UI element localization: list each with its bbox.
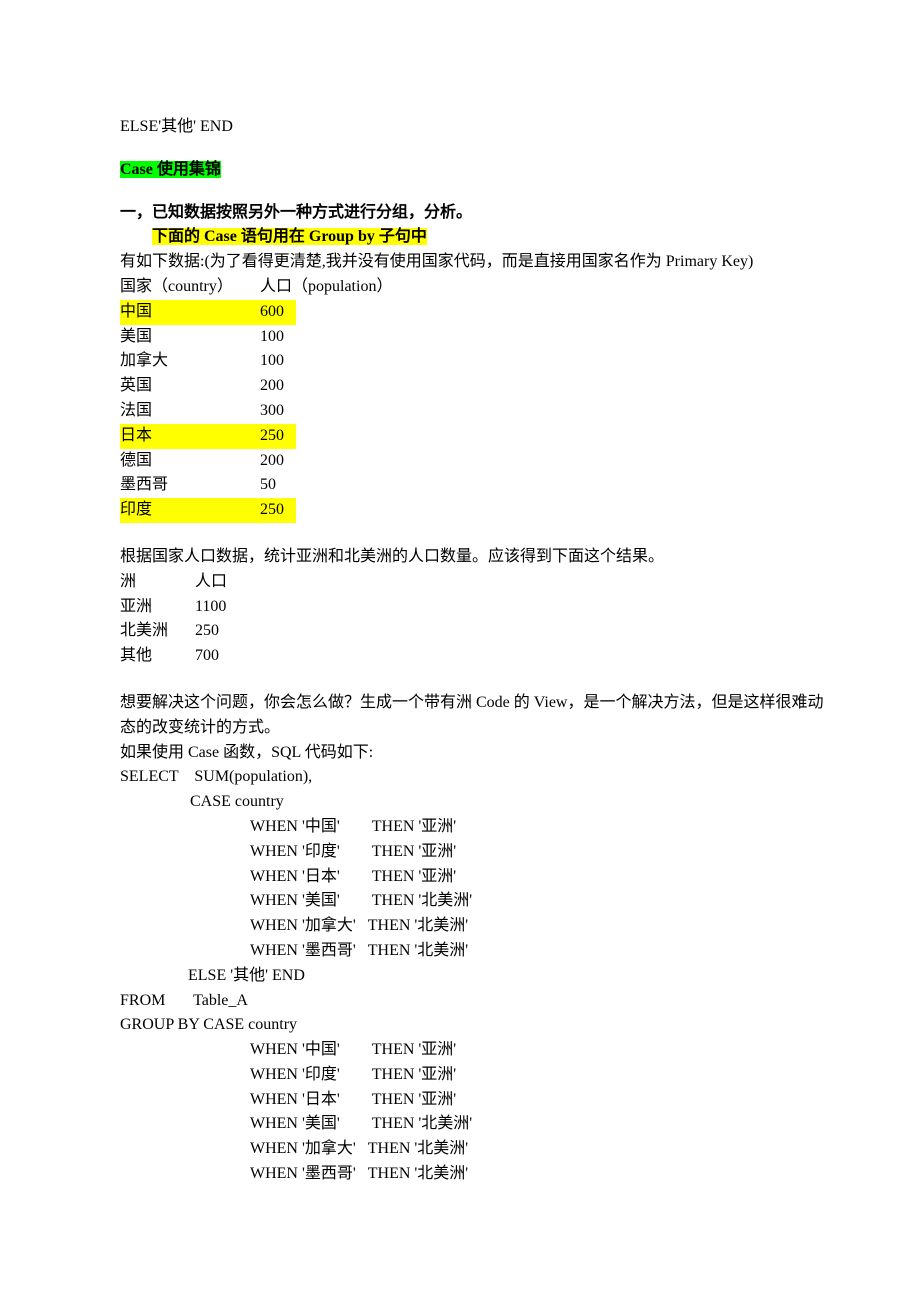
country-name: 中国 [120, 303, 152, 320]
header-code-fragment: ELSE'其他' END [120, 115, 830, 140]
explain-1: 想要解决这个问题，你会怎么做？生成一个带有洲 Code 的 View，是一个解决… [120, 691, 830, 741]
country-name: 德国 [120, 449, 260, 474]
sql-when: WHEN '墨西哥' THEN '北美洲' [120, 1162, 830, 1187]
result-name: 北美洲 [120, 619, 195, 644]
section-title: Case 使用集锦 [120, 161, 221, 178]
country-name: 日本 [120, 427, 152, 444]
sql-when: WHEN '印度' THEN '亚洲' [120, 840, 830, 865]
sql-groupby: GROUP BY CASE country [120, 1013, 830, 1038]
result-header-population: 人口 [195, 570, 227, 595]
sql-block: SELECT SUM(population), CASE country WHE… [120, 765, 830, 1187]
country-pop: 100 [260, 325, 284, 350]
sql-when: WHEN '美国' THEN '北美洲' [120, 889, 830, 914]
country-table-header: 国家（country） 人口（population） [120, 275, 830, 300]
country-name: 印度 [120, 501, 152, 518]
subtitle-2: 下面的 Case 语句用在 Group by 子句中 [152, 228, 427, 245]
country-pop: 600 [260, 300, 296, 325]
result-pop: 700 [195, 644, 219, 669]
sql-select: SELECT SUM(population), [120, 765, 830, 790]
result-intro: 根据国家人口数据，统计亚洲和北美洲的人口数量。应该得到下面这个结果。 [120, 545, 830, 570]
country-rows: 中国600 美国100 加拿大100 英国200 法国300 日本250 德国2… [120, 300, 830, 523]
result-name: 其他 [120, 644, 195, 669]
result-pop: 250 [195, 619, 219, 644]
sql-when: WHEN '美国' THEN '北美洲' [120, 1112, 830, 1137]
country-name: 美国 [120, 325, 260, 350]
header-population: 人口（population） [260, 275, 460, 300]
sql-when: WHEN '加拿大' THEN '北美洲' [120, 914, 830, 939]
header-country: 国家（country） [120, 275, 260, 300]
result-pop: 1100 [195, 595, 226, 620]
document-page: ELSE'其他' END Case 使用集锦 一，已知数据按照另外一种方式进行分… [0, 0, 920, 1302]
country-pop: 50 [260, 473, 276, 498]
country-name: 法国 [120, 399, 260, 424]
sql-when: WHEN '中国' THEN '亚洲' [120, 1038, 830, 1063]
country-pop: 250 [260, 498, 296, 523]
sql-when: WHEN '日本' THEN '亚洲' [120, 1088, 830, 1113]
sql-when: WHEN '日本' THEN '亚洲' [120, 865, 830, 890]
country-pop: 250 [260, 424, 296, 449]
sql-when: WHEN '墨西哥' THEN '北美洲' [120, 939, 830, 964]
country-name: 墨西哥 [120, 473, 260, 498]
sql-when: WHEN '加拿大' THEN '北美洲' [120, 1137, 830, 1162]
sql-else: ELSE '其他' END [120, 964, 830, 989]
country-pop: 100 [260, 349, 284, 374]
sql-case: CASE country [120, 790, 830, 815]
country-pop: 200 [260, 449, 284, 474]
country-name: 加拿大 [120, 349, 260, 374]
result-name: 亚洲 [120, 595, 195, 620]
subtitle-2-wrap: 下面的 Case 语句用在 Group by 子句中 [120, 225, 830, 250]
country-pop: 200 [260, 374, 284, 399]
explain-2: 如果使用 Case 函数，SQL 代码如下: [120, 741, 830, 766]
sql-when: WHEN '中国' THEN '亚洲' [120, 815, 830, 840]
sql-from: FROM Table_A [120, 989, 830, 1014]
result-header-continent: 洲 [120, 570, 195, 595]
sql-when: WHEN '印度' THEN '亚洲' [120, 1063, 830, 1088]
country-name: 英国 [120, 374, 260, 399]
country-pop: 300 [260, 399, 284, 424]
section-title-wrap: Case 使用集锦 [120, 158, 830, 183]
result-header: 洲 人口 [120, 570, 830, 595]
intro-text: 有如下数据:(为了看得更清楚,我并没有使用国家代码，而是直接用国家名作为 Pri… [120, 250, 830, 275]
subtitle-1: 一，已知数据按照另外一种方式进行分组，分析。 [120, 201, 830, 226]
